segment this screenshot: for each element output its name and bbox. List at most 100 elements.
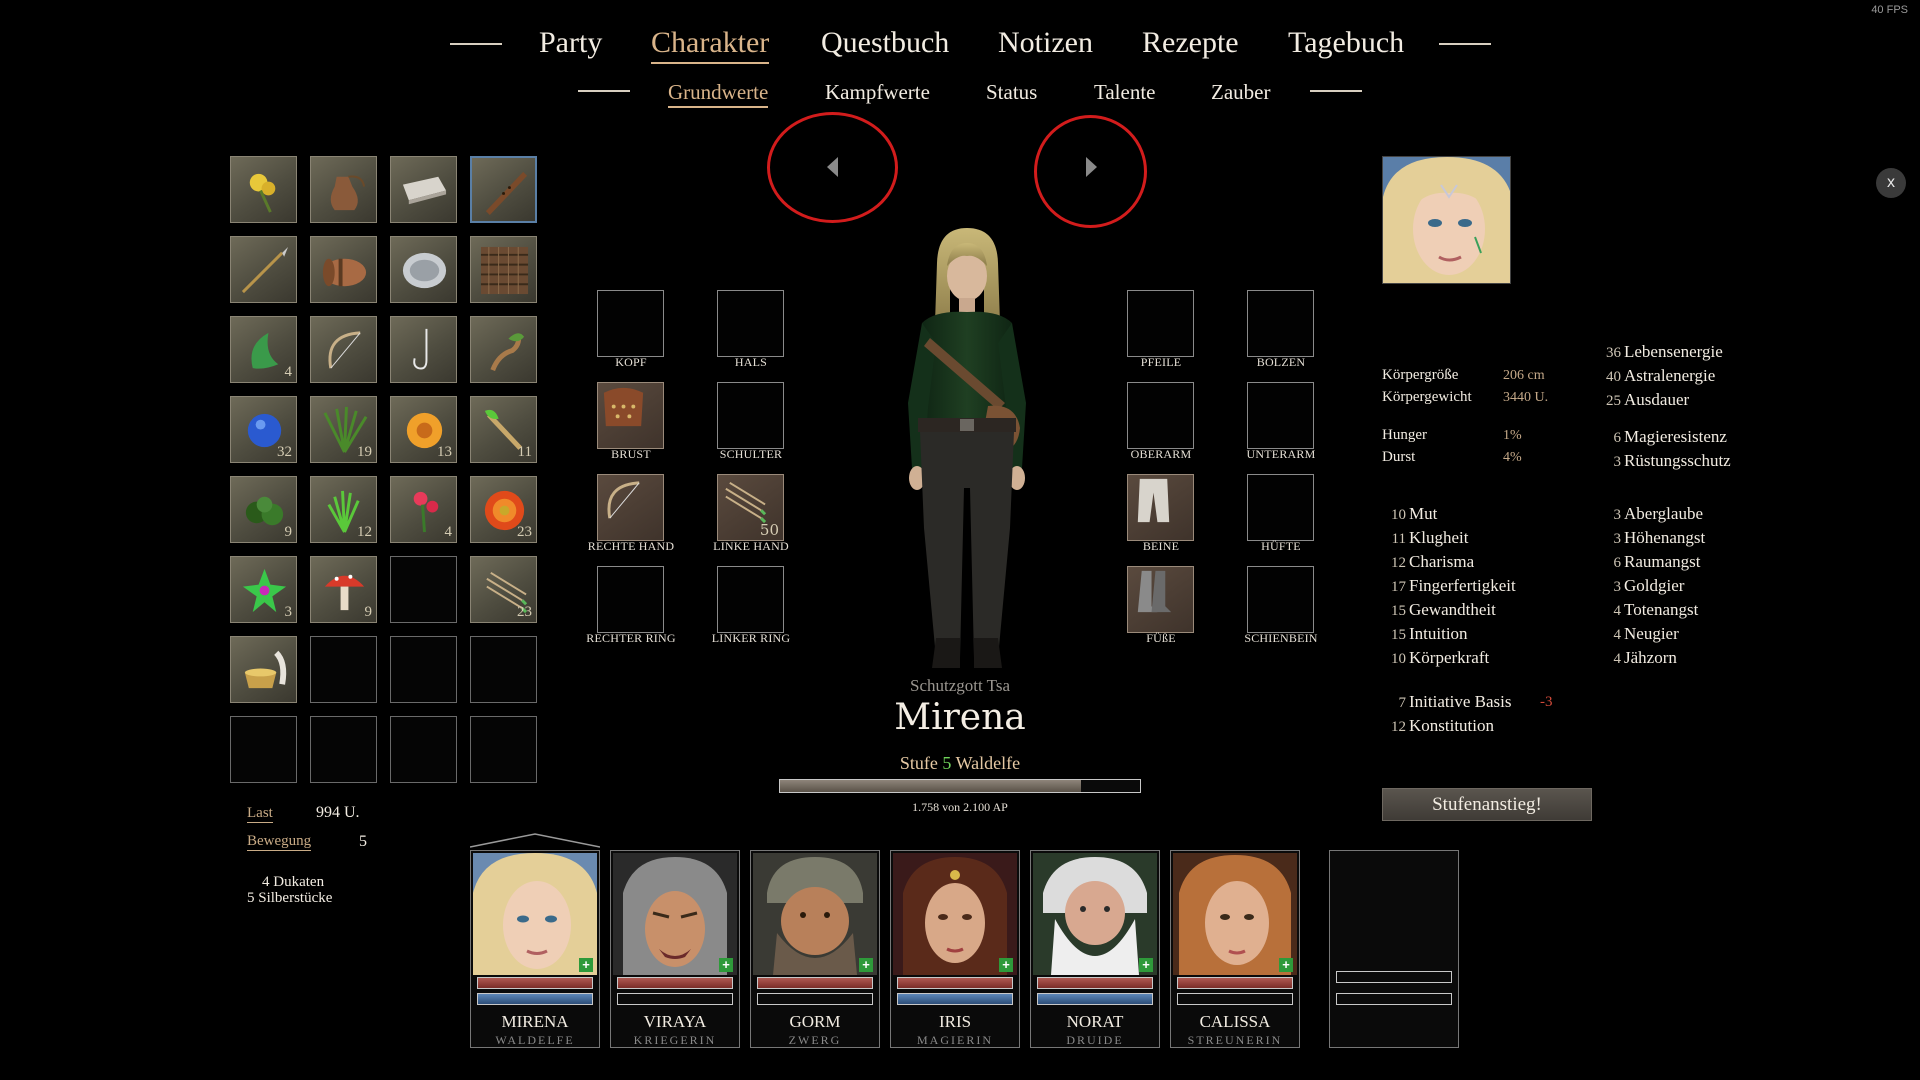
attribute-label: Intuition bbox=[1409, 624, 1468, 643]
inventory-slot[interactable]: 19 bbox=[310, 396, 377, 463]
inventory-slot[interactable]: 9 bbox=[230, 476, 297, 543]
inventory-slot[interactable]: 32 bbox=[230, 396, 297, 463]
inventory-slot[interactable]: 23 bbox=[470, 476, 537, 543]
negative-trait-stat: 6 Raumangst bbox=[1597, 552, 1701, 572]
inventory-slot[interactable] bbox=[390, 636, 457, 703]
party-card-gorm[interactable]: + GORM ZWERG bbox=[750, 850, 880, 1048]
party-card-norat[interactable]: + NORAT DRUIDE bbox=[1030, 850, 1160, 1048]
equip-slot-rechte-hand[interactable] bbox=[597, 474, 664, 541]
party-card-mirena[interactable]: + MIRENA WALDELFE bbox=[470, 850, 600, 1048]
equip-slot-kopf[interactable] bbox=[597, 290, 664, 357]
level-up-button[interactable]: Stufenanstieg! bbox=[1382, 788, 1592, 821]
heal-plus-icon: + bbox=[719, 958, 733, 972]
resist-value: 6 bbox=[1613, 430, 1622, 446]
inventory-slot[interactable] bbox=[310, 636, 377, 703]
inventory-slot[interactable]: 4 bbox=[390, 476, 457, 543]
inventory-slot[interactable] bbox=[310, 716, 377, 783]
red-mushroom-icon bbox=[324, 574, 365, 611]
subtab-grundwerte[interactable]: Grundwerte bbox=[668, 80, 769, 108]
tab-party[interactable]: Party bbox=[539, 26, 602, 60]
inventory-slot[interactable] bbox=[310, 236, 377, 303]
party-member-name: GORM bbox=[789, 1012, 841, 1031]
subtab-status[interactable]: Status bbox=[986, 80, 1037, 105]
inventory-slot[interactable]: 23 bbox=[470, 556, 537, 623]
equip-slot-rechter-ring[interactable] bbox=[597, 566, 664, 633]
equip-slot-hüfte[interactable] bbox=[1247, 474, 1314, 541]
weight-label: Körpergewicht bbox=[1382, 389, 1472, 405]
inventory-slot[interactable] bbox=[390, 556, 457, 623]
negative-trait-value: 6 bbox=[1613, 555, 1622, 571]
negative-trait-stat: 3 Goldgier bbox=[1597, 576, 1685, 596]
attribute-stat: 10 Körperkraft bbox=[1382, 648, 1489, 668]
inventory-slot[interactable]: 11 bbox=[470, 396, 537, 463]
equip-slot-oberarm[interactable] bbox=[1127, 382, 1194, 449]
inventory-slot[interactable]: 13 bbox=[390, 396, 457, 463]
equip-slot-füße[interactable] bbox=[1127, 566, 1194, 633]
inventory-slot[interactable] bbox=[470, 636, 537, 703]
inventory-slot[interactable] bbox=[230, 636, 297, 703]
vital-value: 25 bbox=[1606, 393, 1621, 409]
inventory-slot[interactable] bbox=[470, 716, 537, 783]
equip-slot-beine[interactable] bbox=[1127, 474, 1194, 541]
equip-slot-brust[interactable] bbox=[597, 382, 664, 449]
equip-slot-schienbein[interactable] bbox=[1247, 566, 1314, 633]
hp-bar bbox=[617, 977, 733, 989]
inventory-slot[interactable]: 12 bbox=[310, 476, 377, 543]
attribute-label: Fingerfertigkeit bbox=[1409, 576, 1516, 595]
equip-slot-linke-hand[interactable]: 50 bbox=[717, 474, 784, 541]
next-character-button[interactable] bbox=[1080, 152, 1102, 182]
party-slot-empty[interactable] bbox=[1329, 850, 1459, 1048]
tab-notizen[interactable]: Notizen bbox=[998, 26, 1093, 60]
equip-slot-pfeile[interactable] bbox=[1127, 290, 1194, 357]
item-quantity: 23 bbox=[517, 524, 532, 540]
inventory-slot[interactable] bbox=[310, 156, 377, 223]
negative-trait-value: 4 bbox=[1613, 603, 1622, 619]
inventory-slot[interactable] bbox=[230, 156, 297, 223]
party-card-viraya[interactable]: + VIRAYA KRIEGERIN bbox=[610, 850, 740, 1048]
negative-trait-value: 3 bbox=[1613, 507, 1622, 523]
previous-character-button[interactable] bbox=[822, 152, 844, 182]
inventory-slot[interactable] bbox=[470, 316, 537, 383]
inventory-slot[interactable]: 4 bbox=[230, 316, 297, 383]
equip-slot-hals[interactable] bbox=[717, 290, 784, 357]
inventory-slot[interactable] bbox=[390, 236, 457, 303]
inventory-slot[interactable]: 3 bbox=[230, 556, 297, 623]
konstitution-stat: 12 Konstitution bbox=[1391, 716, 1495, 735]
tab-tagebuch[interactable]: Tagebuch bbox=[1288, 26, 1404, 60]
inventory-slot[interactable] bbox=[310, 316, 377, 383]
close-button[interactable]: x bbox=[1876, 168, 1906, 198]
inventory-slot[interactable]: 9 bbox=[310, 556, 377, 623]
attribute-stat: 11 Klugheit bbox=[1382, 528, 1469, 548]
item-quantity: 4 bbox=[444, 524, 453, 540]
item-quantity: 50 bbox=[759, 521, 779, 539]
equip-slot-linker-ring[interactable] bbox=[717, 566, 784, 633]
inventory-slot[interactable] bbox=[470, 156, 537, 223]
attribute-value: 11 bbox=[1391, 531, 1406, 547]
height-value: 206 cm bbox=[1503, 368, 1545, 383]
equip-slot-label: LINKE HAND bbox=[713, 539, 789, 553]
inventory-slot[interactable] bbox=[390, 716, 457, 783]
bedroll-icon bbox=[322, 258, 367, 287]
inventory-slot[interactable] bbox=[230, 716, 297, 783]
subtab-kampfwerte[interactable]: Kampfwerte bbox=[825, 80, 930, 105]
attribute-value: 15 bbox=[1391, 603, 1406, 619]
equip-slot-unterarm[interactable] bbox=[1247, 382, 1314, 449]
subtab-talente[interactable]: Talente bbox=[1094, 80, 1156, 105]
inventory-slot[interactable] bbox=[390, 316, 457, 383]
inventory-slot[interactable] bbox=[390, 156, 457, 223]
root-herb-icon bbox=[490, 333, 525, 372]
party-card-calissa[interactable]: + CALISSA STREUNERIN bbox=[1170, 850, 1300, 1048]
subtab-zauber[interactable]: Zauber bbox=[1211, 80, 1270, 105]
equip-slot-schulter[interactable] bbox=[717, 382, 784, 449]
party-member-name: VIRAYA bbox=[643, 1012, 707, 1031]
tab-questbuch[interactable]: Questbuch bbox=[821, 26, 949, 60]
party-card-iris[interactable]: + IRIS MAGIERIN bbox=[890, 850, 1020, 1048]
character-model bbox=[880, 228, 1055, 668]
equip-slot-label: RECHTER RING bbox=[586, 631, 676, 645]
equip-slot-bolzen[interactable] bbox=[1247, 290, 1314, 357]
inventory-slot[interactable] bbox=[470, 236, 537, 303]
tab-rezepte[interactable]: Rezepte bbox=[1142, 26, 1239, 60]
inventory-slot[interactable] bbox=[230, 236, 297, 303]
tab-charakter[interactable]: Charakter bbox=[651, 26, 770, 64]
initiative-modifier: -3 bbox=[1540, 694, 1553, 710]
